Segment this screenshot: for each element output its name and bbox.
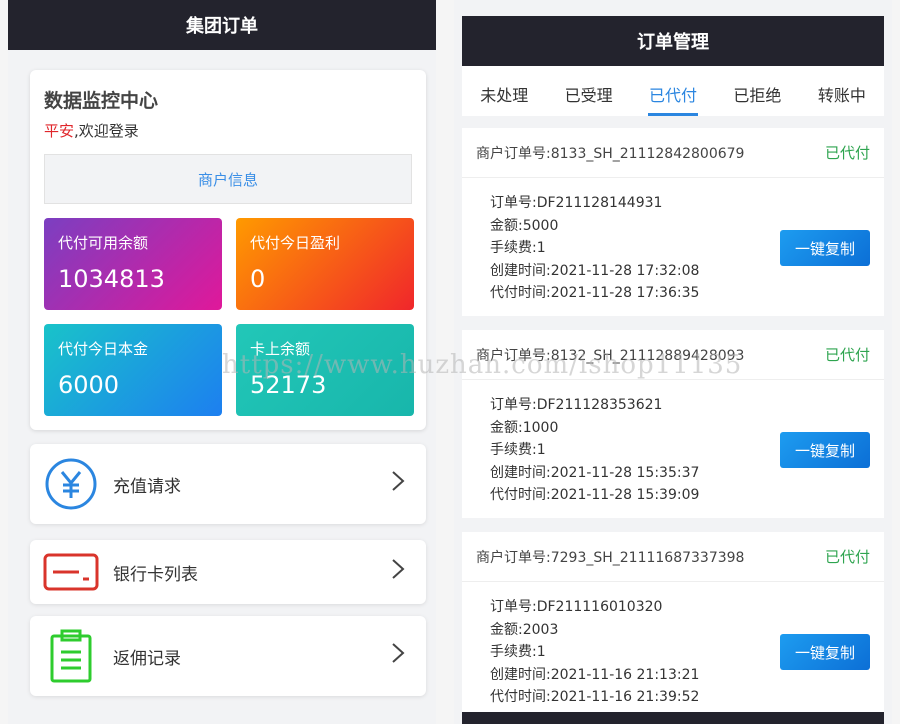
copy-button[interactable]: 一键复制 [780, 230, 870, 266]
order-management-header: 订单管理 [462, 16, 884, 66]
order-paid-time: 代付时间:2021-11-28 17:36:35 [490, 285, 700, 301]
group-orders-header: 集团订单 [8, 0, 436, 50]
clipboard-icon [43, 628, 99, 684]
status-badge: 已代付 [824, 144, 870, 162]
tab-accepted[interactable]: 已受理 [546, 66, 630, 116]
tab-unprocessed[interactable]: 未处理 [462, 66, 546, 116]
merchant-info-button[interactable]: 商户信息 [44, 154, 412, 204]
yuan-icon [43, 456, 99, 512]
monitor-title: 数据监控中心 [44, 90, 159, 112]
menu-bank-card-list[interactable]: 银行卡列表 [30, 540, 426, 604]
welcome-user: 平安 [44, 122, 75, 140]
order-number: 订单号:DF211128353621 [490, 397, 663, 413]
order-paid-time: 代付时间:2021-11-16 21:39:52 [490, 689, 700, 705]
order-card: 商户订单号:8133_SH_21112842800679 已代付 订单号:DF2… [462, 128, 884, 316]
stat-value: 0 [250, 265, 266, 293]
stat-label: 代付可用余额 [58, 234, 149, 252]
stat-today-profit: 代付今日盈利 0 [236, 218, 414, 310]
stat-label: 代付今日盈利 [250, 234, 341, 252]
stat-today-principal: 代付今日本金 6000 [44, 324, 222, 416]
merchant-order-number: 商户订单号:8133_SH_21112842800679 [476, 145, 745, 162]
order-tabs: 未处理 已受理 已代付 已拒绝 转账中 [462, 66, 884, 116]
copy-button[interactable]: 一键复制 [780, 432, 870, 468]
tab-transferring[interactable]: 转账中 [800, 66, 884, 116]
order-details: 订单号:DF211128144931 金额:5000 手续费:1 创建时间:20… [462, 178, 884, 305]
order-details: 订单号:DF211128353621 金额:1000 手续费:1 创建时间:20… [462, 380, 884, 507]
order-paid-time: 代付时间:2021-11-28 15:39:09 [490, 487, 700, 503]
menu-recharge-request[interactable]: 充值请求 [30, 444, 426, 524]
menu-label: 充值请求 [113, 476, 181, 497]
stat-value: 6000 [58, 371, 120, 399]
stat-available-balance: 代付可用余额 1034813 [44, 218, 222, 310]
order-number: 订单号:DF211128144931 [490, 195, 663, 211]
watermark-text: https://www.huzhan.com/ishop11135 [222, 350, 743, 380]
order-header: 商户订单号:7293_SH_21111687337398 已代付 [462, 532, 884, 582]
page-title: 订单管理 [637, 32, 709, 53]
order-card: 商户订单号:7293_SH_21111687337398 已代付 订单号:DF2… [462, 532, 884, 720]
tab-paid[interactable]: 已代付 [631, 66, 715, 116]
merchant-info-label: 商户信息 [197, 170, 258, 189]
welcome-suffix: ,欢迎登录 [74, 122, 139, 140]
tab-rejected[interactable]: 已拒绝 [715, 66, 799, 116]
bottom-bar [462, 712, 884, 724]
status-badge: 已代付 [824, 346, 870, 364]
menu-rebate-records[interactable]: 返佣记录 [30, 616, 426, 696]
chevron-right-icon [384, 470, 412, 498]
menu-label: 银行卡列表 [113, 564, 198, 585]
page-title: 集团订单 [186, 16, 258, 37]
menu-label: 返佣记录 [113, 648, 181, 669]
merchant-order-number: 商户订单号:7293_SH_21111687337398 [476, 549, 745, 566]
chevron-right-icon [384, 558, 412, 586]
stat-label: 代付今日本金 [58, 340, 149, 358]
bank-card-icon [43, 544, 99, 600]
chevron-right-icon [384, 642, 412, 670]
order-number: 订单号:DF211116010320 [490, 599, 663, 615]
status-badge: 已代付 [824, 548, 870, 566]
stat-value: 1034813 [58, 265, 165, 293]
order-details: 订单号:DF211116010320 金额:2003 手续费:1 创建时间:20… [462, 582, 884, 709]
copy-button[interactable]: 一键复制 [780, 634, 870, 670]
welcome-text: 平安,欢迎登录 [44, 120, 139, 141]
order-header: 商户订单号:8133_SH_21112842800679 已代付 [462, 128, 884, 178]
